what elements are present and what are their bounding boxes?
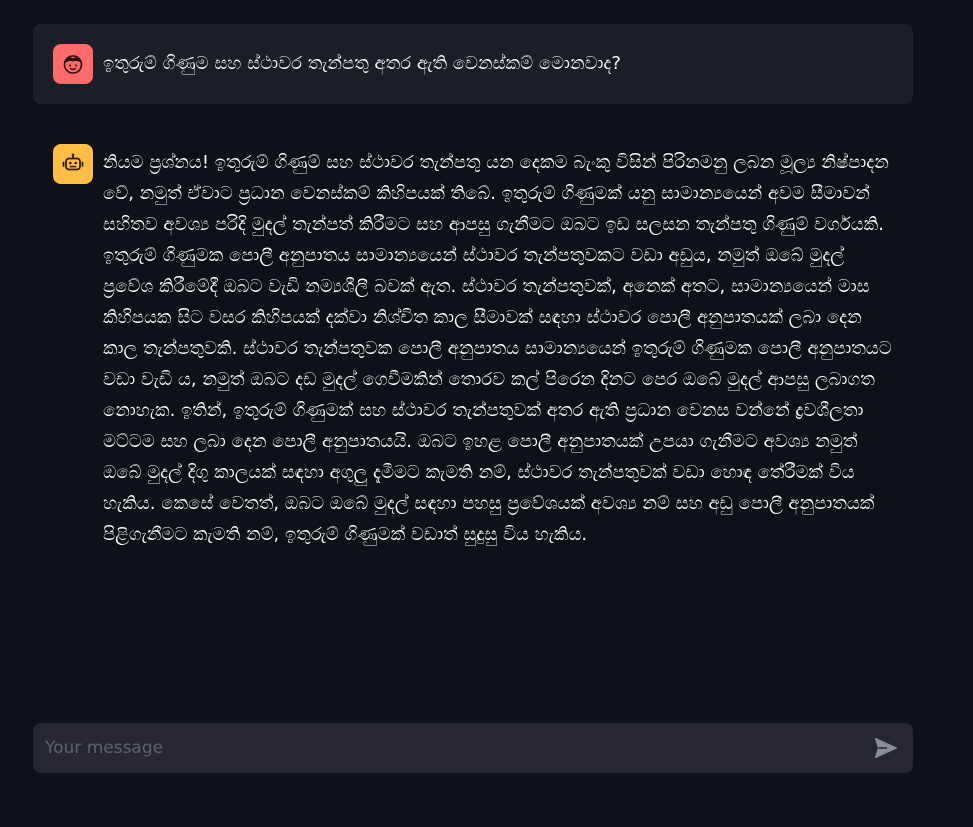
user-face-icon — [63, 55, 83, 74]
user-message: ඉතුරුම් ගිණුම සහ ස්ථාවර තැන්පතු අතර ඇති … — [33, 24, 913, 104]
message-input[interactable] — [45, 738, 871, 758]
user-avatar — [53, 44, 93, 84]
user-message-text: ඉතුරුම් ගිණුම සහ ස්ථාවර තැන්පතු අතර ඇති … — [103, 53, 621, 74]
send-icon — [874, 737, 898, 759]
assistant-message-text: නියම ප්‍රශ්නය! ඉතුරුම් ගිණුම් සහ ස්ථාවර … — [103, 152, 892, 545]
assistant-message: නියම ප්‍රශ්නය! ඉතුරුම් ගිණුම් සහ ස්ථාවර … — [33, 124, 913, 570]
send-button[interactable] — [871, 733, 901, 763]
assistant-avatar — [53, 144, 93, 184]
chat-input-bar — [33, 723, 913, 773]
robot-icon — [62, 153, 84, 171]
chat-history: ඉතුරුම් ගිණුම සහ ස්ථාවර තැන්පතු අතර ඇති … — [33, 24, 913, 570]
